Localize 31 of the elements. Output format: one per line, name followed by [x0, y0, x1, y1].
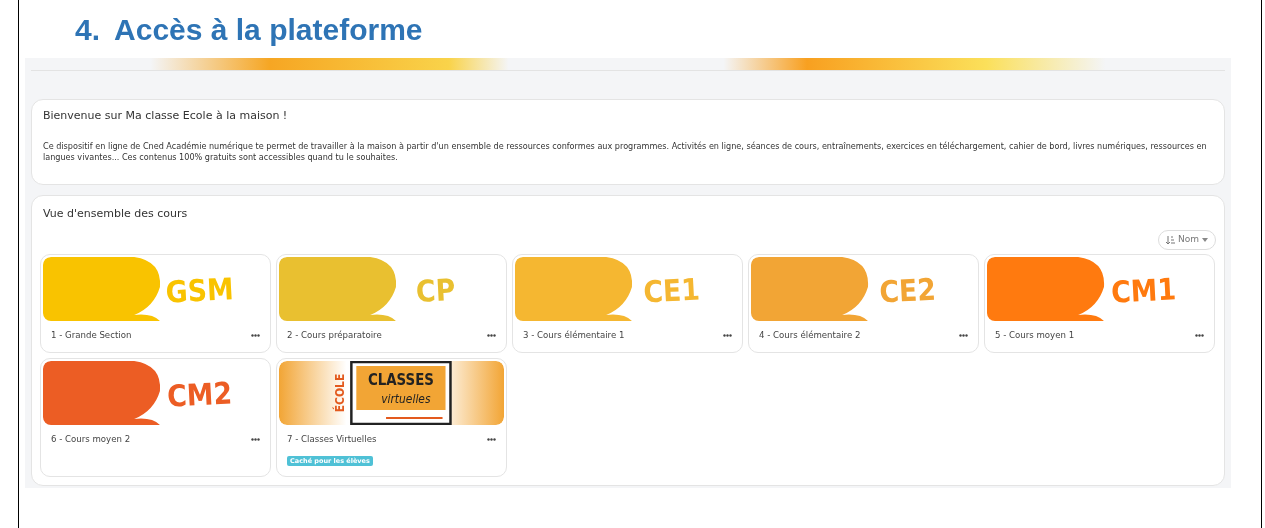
- course-card[interactable]: CP 2 - Cours préparatoire: [276, 253, 507, 353]
- overview-title: Vue d'ensemble des cours: [43, 205, 189, 222]
- banner-title: CLASSES: [367, 370, 434, 389]
- welcome-title: Bienvenue sur Ma classe Ecole à la maison !: [43, 108, 289, 124]
- banner-subtitle: virtuelles: [381, 391, 431, 406]
- sort-icon: [1166, 235, 1175, 245]
- course-name[interactable]: 4 - Cours élémentaire 2: [759, 328, 861, 342]
- course-name[interactable]: 6 - Cours moyen 2: [51, 432, 131, 446]
- course-card[interactable]: CM1 5 - Cours moyen 1: [984, 253, 1215, 353]
- course-name[interactable]: 3 - Cours élémentaire 1: [523, 328, 625, 342]
- banner-label: CE2: [878, 271, 937, 310]
- course-card[interactable]: CE2 4 - Cours élémentaire 2: [748, 253, 979, 353]
- section-number: 4.: [75, 12, 101, 48]
- banner-side-text: ÉCOLE: [333, 373, 348, 413]
- banner-label: CP: [415, 271, 457, 309]
- course-name[interactable]: 2 - Cours préparatoire: [287, 328, 382, 342]
- progress-line: [385, 416, 444, 419]
- banner-label: CM1: [1110, 271, 1177, 310]
- banner-label: CE1: [642, 271, 701, 310]
- course-card[interactable]: CE1 3 - Cours élémentaire 1: [512, 253, 743, 353]
- course-card[interactable]: GSM 1 - Grande Section: [40, 253, 271, 353]
- course-name[interactable]: 5 - Cours moyen 1: [995, 328, 1075, 342]
- course-card[interactable]: CM2 6 - Cours moyen 2: [40, 357, 271, 477]
- welcome-text: Ce dispositif en ligne de Cned Académie numérique te permet de travailler à la maison à partir d'un ensemble de ressources conformes aux programmes. Activités en ligne, séances de cours, entraînements, exercices en téléchargement, cahier de bord, livres numériques, ressources en langues vivantes... Ces contenus 100% gratuits sont accessibles quand tu le souhaites.: [43, 140, 1208, 164]
- banner-label: GSM: [164, 271, 235, 310]
- caret-icon: [1202, 238, 1208, 243]
- course-name[interactable]: 1 - Grande Section: [51, 328, 132, 342]
- banner-label: CM2: [166, 375, 233, 414]
- section-heading: Accès à la plateforme: [114, 12, 423, 48]
- course-name[interactable]: 7 - Classes Virtuelles: [287, 432, 377, 446]
- sort-button[interactable]: Nom: [1158, 230, 1216, 250]
